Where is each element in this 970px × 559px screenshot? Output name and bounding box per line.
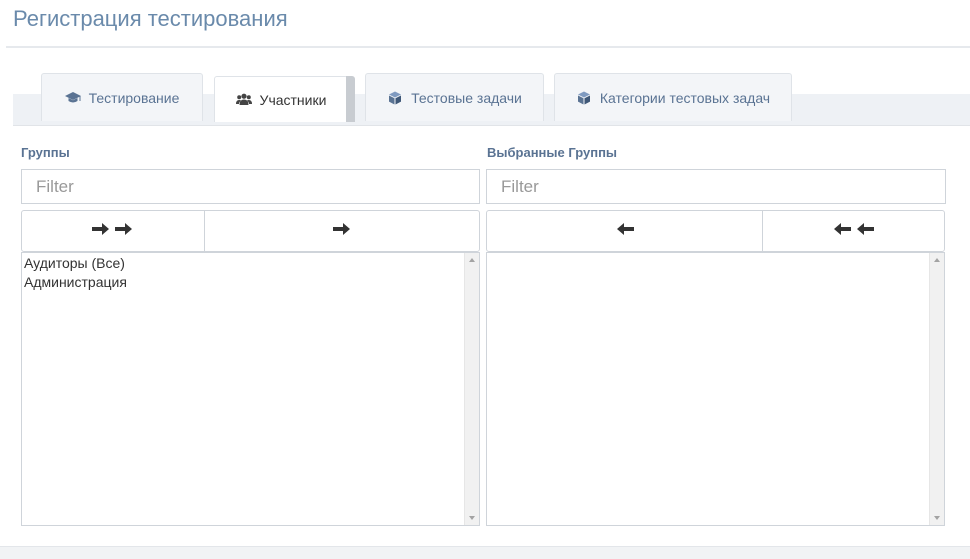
tab-label: Тестирование — [88, 89, 180, 106]
tab-test-tasks[interactable]: Тестовые задачи — [365, 73, 544, 121]
selected-move-buttons — [486, 210, 945, 252]
tab-task-categories[interactable]: Категории тестовых задач — [554, 73, 792, 121]
page-title: Регистрация тестирования — [13, 6, 288, 31]
scroll-up-icon[interactable] — [934, 258, 940, 262]
available-filter-input[interactable] — [21, 169, 480, 204]
tab-testing[interactable]: Тестирование — [41, 73, 203, 121]
available-groups-label: Группы — [21, 145, 70, 160]
selected-scrollbar[interactable] — [929, 253, 944, 525]
available-groups-list[interactable]: Аудиторы (Все) Администрация — [21, 252, 480, 526]
graduation-cap-icon — [64, 91, 81, 105]
arrow-right-icon — [333, 222, 351, 241]
double-arrow-left-icon — [833, 222, 875, 241]
cube-icon — [576, 91, 592, 105]
tab-label: Участники — [259, 91, 327, 108]
move-all-left-button[interactable] — [762, 211, 944, 251]
available-scrollbar[interactable] — [464, 253, 479, 525]
move-left-button[interactable] — [487, 211, 762, 251]
move-all-right-button[interactable] — [22, 211, 204, 251]
list-item[interactable]: Аудиторы (Все) — [24, 254, 127, 273]
selected-filter-input[interactable] — [486, 169, 946, 204]
move-right-button[interactable] — [204, 211, 479, 251]
list-item[interactable]: Администрация — [24, 273, 127, 292]
double-arrow-right-icon — [92, 222, 134, 241]
footer-band — [0, 546, 970, 559]
scroll-down-icon[interactable] — [934, 516, 940, 520]
selected-groups-list[interactable] — [486, 252, 945, 526]
title-divider — [6, 46, 970, 48]
tab-label: Тестовые задачи — [411, 89, 522, 106]
available-move-buttons — [21, 210, 480, 252]
scroll-up-icon[interactable] — [469, 258, 475, 262]
cube-icon — [387, 91, 403, 105]
tab-participants[interactable]: Участники — [214, 76, 348, 122]
users-icon — [235, 93, 252, 107]
selected-groups-label: Выбранные Группы — [487, 145, 618, 160]
arrow-left-icon — [616, 222, 634, 241]
scroll-down-icon[interactable] — [469, 516, 475, 520]
tab-label: Категории тестовых задач — [599, 89, 771, 106]
tab-shadow — [346, 76, 355, 122]
